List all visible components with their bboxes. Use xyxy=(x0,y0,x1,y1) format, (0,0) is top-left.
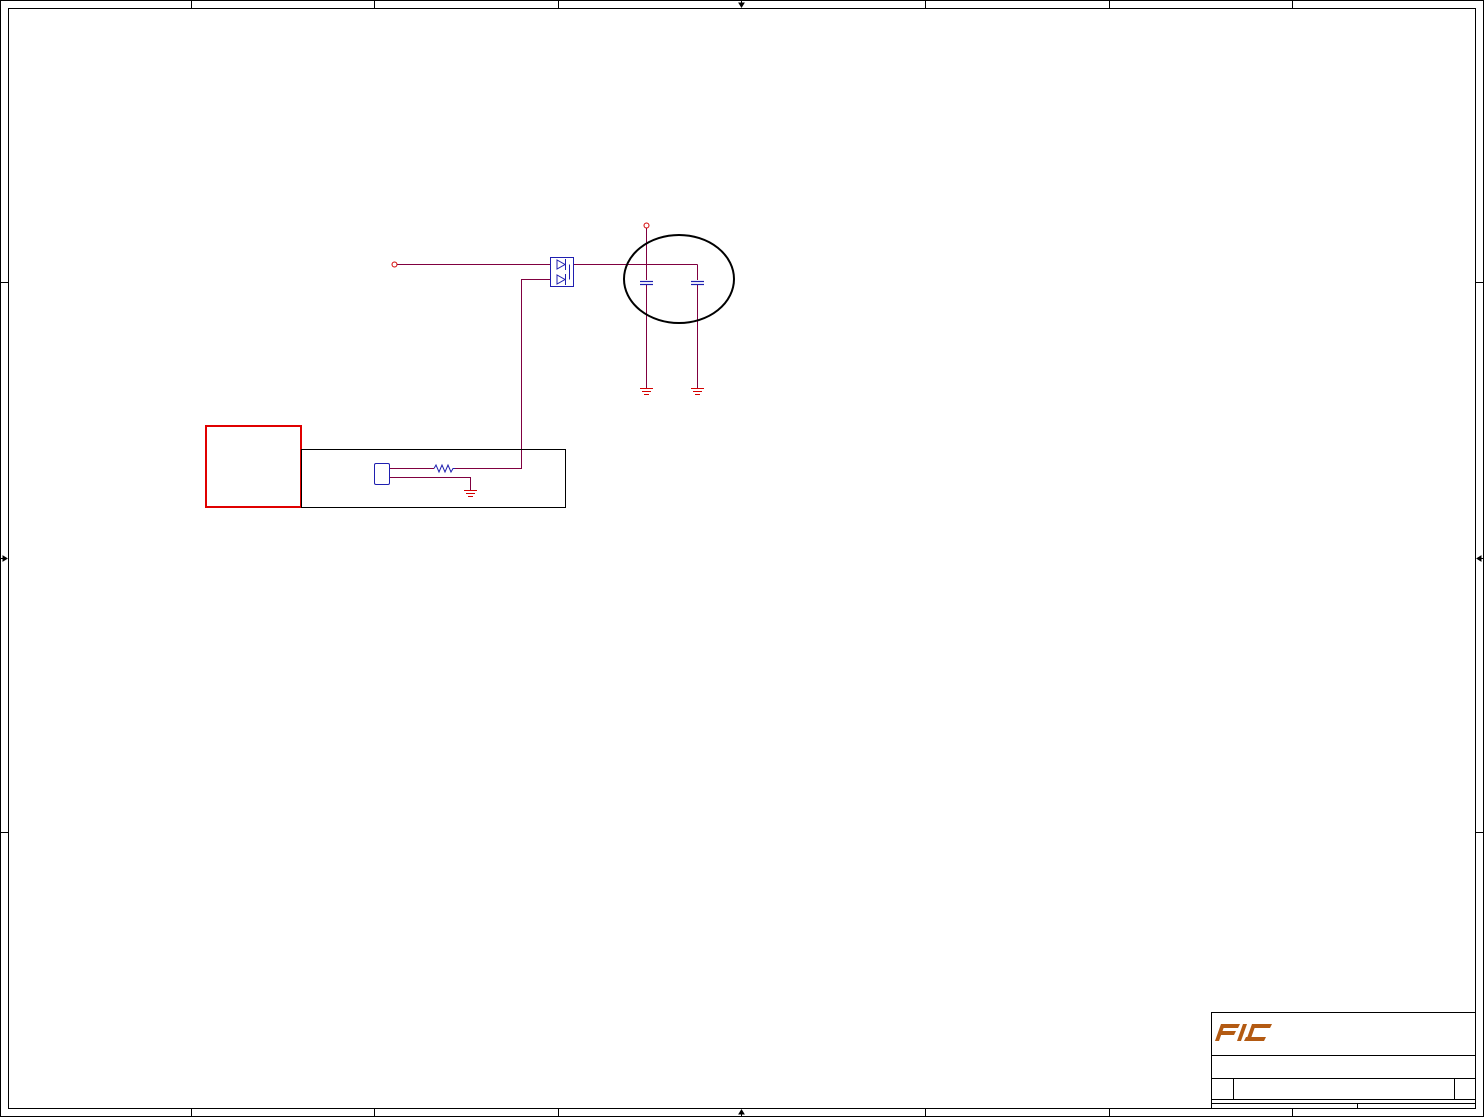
diode-triangle-top xyxy=(556,259,567,270)
outer-border xyxy=(0,0,1484,1117)
center-arrow-right xyxy=(1476,555,1482,562)
wire-connector-to-ground xyxy=(389,477,471,490)
ellipse-marker-icon[interactable] xyxy=(623,234,735,324)
red-rectangle-highlight-box[interactable] xyxy=(205,425,302,508)
diode-triangle-bottom xyxy=(556,274,567,285)
dual-diode-body xyxy=(550,257,574,287)
resistor-symbol-icon[interactable] xyxy=(433,463,455,474)
connector-symbol-icon[interactable] xyxy=(374,463,390,485)
company-logo-icon xyxy=(1215,1024,1272,1041)
ground-symbol-icon[interactable] xyxy=(640,388,653,395)
power-symbol-icon[interactable] xyxy=(643,222,650,229)
drawing-frame xyxy=(0,0,1484,1117)
ground-symbol-icon[interactable] xyxy=(691,388,704,395)
ground-symbol-icon[interactable] xyxy=(464,490,477,497)
center-arrow-left xyxy=(2,555,8,562)
power-port-circle xyxy=(643,222,650,229)
inner-border xyxy=(8,8,1476,1109)
wires xyxy=(389,228,698,490)
open-circle-port-icon[interactable] xyxy=(391,261,398,268)
capacitor-symbol-icon[interactable] xyxy=(691,280,704,286)
centering-arrows xyxy=(0,0,1484,1117)
center-arrow-top xyxy=(738,2,745,8)
dual-diode-symbol-icon[interactable] xyxy=(550,257,574,287)
schematic-sheet xyxy=(0,0,1484,1117)
wire-diode-to-connector xyxy=(455,279,551,469)
capacitor-symbol-icon[interactable] xyxy=(640,280,653,286)
center-arrow-bottom xyxy=(738,1109,745,1115)
block-rectangle-outline[interactable] xyxy=(301,449,566,508)
